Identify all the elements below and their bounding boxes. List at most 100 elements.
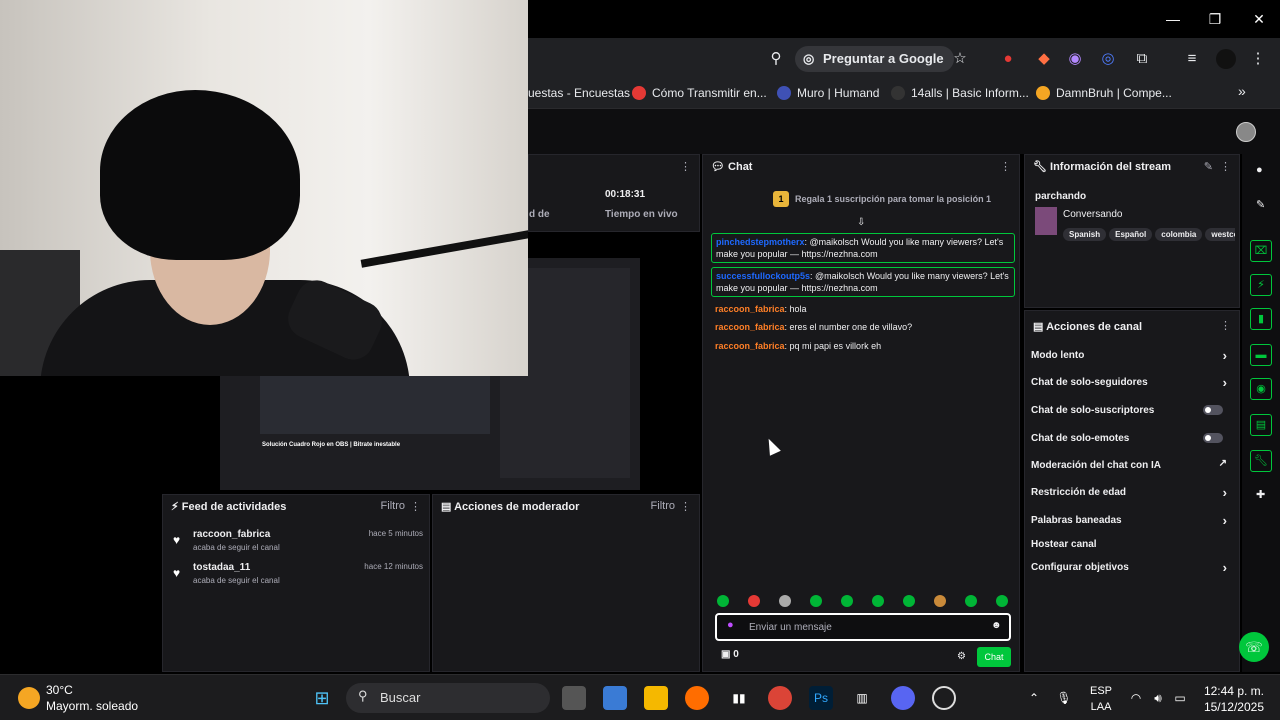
chat-message[interactable]: raccoon_fabrica: pq mi papi es villork e… [715,340,1015,352]
ai-moderation-item[interactable]: Moderación del chat con IA ↗ [1031,458,1231,471]
emotes-only-item[interactable]: Chat de solo-emotes [1031,433,1231,444]
channel-points[interactable]: ▣ 0 [721,649,739,660]
battery-icon[interactable]: ▭ [1168,686,1192,710]
extension-purple-icon[interactable]: ◉ [1065,49,1085,69]
info-more-icon[interactable]: ⋮ [1220,160,1231,173]
show-hidden-icon[interactable]: ⌃ [1022,686,1046,710]
category-thumbnail[interactable] [1035,207,1057,235]
discord-icon[interactable] [891,686,915,710]
emote-icon[interactable] [717,595,729,607]
bookmark-item[interactable]: Cómo Transmitir en... [632,86,767,100]
close-icon[interactable]: ✕ [1244,8,1274,30]
tag[interactable]: westco [1205,228,1235,241]
weather-temp[interactable]: 30°C [46,683,73,697]
taskbar-search[interactable]: ⚲ Buscar [346,683,550,713]
activity-item[interactable]: ♥ raccoon_fabrica acaba de seguir el can… [173,529,423,552]
more-bookmarks-icon[interactable]: » [1238,83,1246,99]
emote-picker-icon[interactable]: ☻ [991,620,1002,631]
extensions-puzzle-icon[interactable]: ⧉ [1132,49,1152,69]
emote-icon[interactable] [779,595,791,607]
chrome-icon[interactable] [768,686,792,710]
note-icon[interactable]: ▮ [1250,308,1272,330]
help-chat-icon[interactable]: ☏ [1239,632,1269,662]
task-view-icon[interactable] [562,686,586,710]
extension-red-icon[interactable]: ● [998,49,1018,69]
bookmark-item[interactable]: uestas - Encuestas [528,86,630,100]
category-name[interactable]: Conversando [1063,209,1122,220]
copilot-icon[interactable] [603,686,627,710]
pencil-icon[interactable]: ✎ [1256,198,1265,211]
tag[interactable]: colombia [1155,228,1203,241]
feed-more-icon[interactable]: ⋮ [410,500,421,513]
bookmark-item[interactable]: Muro | Humand [777,86,879,100]
info-icon[interactable]: ● [1256,164,1263,176]
extension-badge-icon[interactable]: ◆ [1034,49,1054,69]
wifi-icon[interactable]: ◠ [1124,686,1148,710]
gift-leaderboard[interactable]: 1 Regala 1 suscripción para tomar la posi… [773,191,991,207]
start-icon[interactable]: ⊞ [310,686,334,710]
chat-message[interactable]: raccoon_fabrica: hola [715,303,1015,315]
user-avatar[interactable] [1236,122,1256,142]
weather-sun-icon[interactable] [18,687,40,709]
obs-icon[interactable] [932,686,956,710]
file-explorer-icon[interactable] [644,686,668,710]
audio-meter-icon[interactable]: ▮▮ [727,686,751,710]
activity-item[interactable]: ♥ tostadaa_11 acaba de seguir el canal h… [173,562,423,585]
bookmark-item[interactable]: 14alls | Basic Inform... [891,86,1029,100]
restore-icon[interactable]: ❐ [1200,8,1230,30]
slow-mode-item[interactable]: Modo lento › [1031,348,1231,363]
bookmark-item[interactable]: DamnBruh | Compe... [1036,86,1172,100]
chat-message-flagged[interactable]: successfullockoutp5s: @maikolsch Would y… [711,267,1015,297]
browser-menu-icon[interactable]: ⋮ [1248,49,1268,69]
firefox-icon[interactable] [685,686,709,710]
collapse-icon[interactable]: ⇩ [857,217,865,228]
input-language[interactable]: ESP LAA [1090,683,1112,715]
add-action-icon[interactable]: ✚ [1256,488,1265,501]
voice-icon[interactable]: ● [727,619,734,631]
broadcast-icon[interactable]: ◉ [1250,378,1272,400]
actions-more-icon[interactable]: ⋮ [1220,319,1231,332]
bolt-icon[interactable]: ⚡︎ [1250,274,1272,296]
clip-icon[interactable]: ⌧ [1250,240,1272,262]
emote-icon[interactable] [841,595,853,607]
profile-icon[interactable] [1216,49,1236,69]
tag[interactable]: Español [1109,228,1153,241]
feed-filter-button[interactable]: Filtro [381,500,405,512]
set-goals-item[interactable]: Configurar objetivos › [1031,560,1231,575]
wrench-icon[interactable]: 🔧︎ [1250,450,1272,472]
emote-icon[interactable] [872,595,884,607]
host-channel-item[interactable]: Hostear canal [1031,539,1231,550]
mod-filter-button[interactable]: Filtro [651,500,675,512]
followers-only-item[interactable]: Chat de solo-seguidores › [1031,375,1231,390]
zoom-icon[interactable]: ⚲ [766,49,786,69]
emote-icon[interactable] [903,595,915,607]
mod-more-icon[interactable]: ⋮ [680,500,691,513]
chat-message-flagged[interactable]: pinchedstepmotherx: @maikolsch Would you… [711,233,1015,263]
chat-settings-icon[interactable]: ⚙ [957,651,966,662]
chat-more-icon[interactable]: ⋮ [1000,160,1011,173]
subscribers-only-toggle[interactable] [1203,405,1223,415]
chat-message[interactable]: raccoon_fabrica: eres el number one de v… [715,321,1015,333]
more-icon[interactable]: ⋮ [680,160,691,173]
emote-icon[interactable] [965,595,977,607]
edit-icon[interactable]: ✎ [1204,160,1213,173]
layers-icon[interactable]: ▤ [1250,414,1272,436]
chat-bubble-icon[interactable]: ▬ [1250,344,1272,366]
volume-icon[interactable]: 🔊︎ [1146,686,1170,710]
minimize-icon[interactable]: — [1158,8,1188,30]
tag[interactable]: Spanish [1063,228,1107,241]
age-restriction-item[interactable]: Restricción de edad › [1031,485,1231,500]
emote-icon[interactable] [996,595,1008,607]
chat-message-input[interactable]: Enviar un mensaje [715,613,1011,641]
app-icon[interactable]: ▥ [850,686,874,710]
emote-icon[interactable] [810,595,822,607]
microphone-icon[interactable]: 🎙︎ [1052,686,1076,710]
system-clock[interactable]: 12:44 p. m. 15/12/2025 [1204,683,1264,715]
chat-send-button[interactable]: Chat [977,647,1011,667]
media-control-icon[interactable]: ≡ [1182,49,1202,69]
emotes-only-toggle[interactable] [1203,433,1223,443]
emote-icon[interactable] [934,595,946,607]
ask-google-button[interactable]: ◎ Preguntar a Google [795,46,954,72]
photoshop-icon[interactable]: Ps [809,686,833,710]
emote-icon[interactable] [748,595,760,607]
